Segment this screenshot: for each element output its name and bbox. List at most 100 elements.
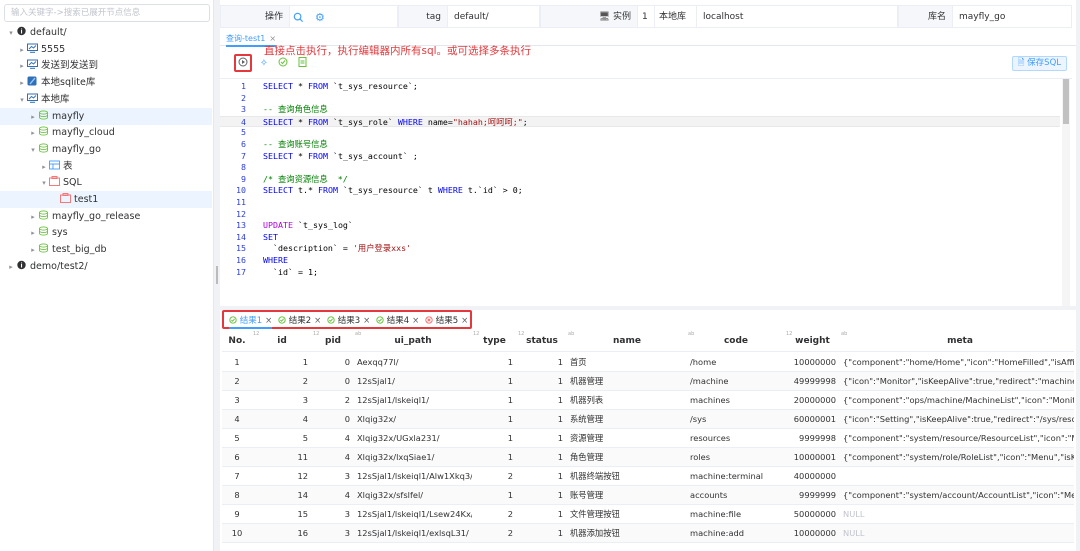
grid-cell[interactable]: 2 — [472, 505, 517, 524]
grid-cell[interactable]: {"component":"system/resource/ResourceLi… — [840, 429, 1074, 448]
grid-cell[interactable]: 1 — [472, 353, 517, 372]
run-sql-button[interactable] — [234, 54, 252, 72]
code-line[interactable]: 1 SELECT * FROM `t_sys_resource`; — [220, 81, 1060, 93]
grid-cell[interactable]: 1 — [252, 353, 312, 372]
grid-cell[interactable]: 3 — [312, 524, 354, 543]
result-tab[interactable]: 结果4 × — [376, 314, 419, 326]
grid-cell[interactable]: 15 — [252, 505, 312, 524]
tree-node[interactable]: ▸ 表 — [0, 158, 212, 175]
result-tab[interactable]: 结果1 × — [229, 314, 273, 329]
grid-cell[interactable]: 1 — [472, 391, 517, 410]
grid-cell[interactable]: 机器管理 — [567, 372, 687, 391]
code-line[interactable]: 6 -- 查询账号信息 — [220, 139, 1060, 151]
chevron-right-icon[interactable]: ▸ — [17, 75, 27, 92]
grid-cell[interactable]: 12sSjal1/lskeiql1/Alw1Xkq3/ — [354, 467, 472, 486]
grid-cell[interactable]: Xlqig32x/sfslfel/ — [354, 486, 472, 505]
grid-cell[interactable]: 系统管理 — [567, 410, 687, 429]
grid-cell[interactable]: 角色管理 — [567, 448, 687, 467]
grid-cell[interactable]: 11 — [252, 448, 312, 467]
grid-cell[interactable]: 2 — [472, 467, 517, 486]
tree-search-input[interactable]: 输入关键字->搜索已展开节点信息 — [4, 4, 210, 22]
tree-node[interactable]: ▾ 本地库 — [0, 91, 212, 108]
grid-cell[interactable]: /sys — [687, 410, 785, 429]
tree-node[interactable]: test1 — [0, 191, 212, 208]
column-header[interactable]: No. — [222, 331, 252, 352]
grid-cell[interactable]: 0 — [312, 353, 354, 372]
grid-cell[interactable]: 16 — [252, 524, 312, 543]
search-icon[interactable] — [293, 6, 304, 29]
row-number[interactable]: 10 — [222, 524, 252, 543]
grid-cell[interactable]: 0 — [312, 372, 354, 391]
grid-cell[interactable]: 12sSjal1/ — [354, 372, 472, 391]
code-line[interactable]: 16 WHERE — [220, 255, 1060, 267]
grid-cell[interactable]: machines — [687, 391, 785, 410]
grid-cell[interactable]: /home — [687, 353, 785, 372]
grid-cell[interactable]: roles — [687, 448, 785, 467]
chevron-down-icon[interactable]: ▾ — [28, 142, 38, 159]
column-header[interactable]: code ab — [687, 331, 785, 352]
grid-cell[interactable]: 12 — [252, 467, 312, 486]
sql-editor[interactable]: 1 SELECT * FROM `t_sys_resource`; 2 3 -- 查询角… — [220, 78, 1072, 307]
grid-cell[interactable]: 9999999 — [785, 486, 840, 505]
row-number[interactable]: 7 — [222, 467, 252, 486]
close-icon[interactable]: × — [363, 316, 370, 326]
chevron-down-icon[interactable]: ▾ — [17, 92, 27, 109]
grid-cell[interactable]: {"component":"home/Home","icon":"HomeFil… — [840, 353, 1074, 372]
close-icon[interactable]: × — [461, 316, 468, 326]
chevron-right-icon[interactable]: ▸ — [28, 209, 38, 226]
grid-cell[interactable]: 4 — [312, 486, 354, 505]
grid-cell[interactable]: 12sSjal1/lskeiql1/exlsqL31/ — [354, 524, 472, 543]
grid-cell[interactable]: {"component":"ops/machine/MachineList","… — [840, 391, 1074, 410]
code-line[interactable]: 8 — [220, 162, 1060, 174]
tree-node[interactable]: ▾ i default/ — [0, 24, 212, 41]
row-number[interactable]: 4 — [222, 410, 252, 429]
column-header[interactable]: pid 12 — [312, 331, 354, 352]
close-icon[interactable]: × — [412, 316, 419, 326]
grid-cell[interactable]: 4 — [252, 410, 312, 429]
column-header[interactable]: status 12 — [517, 331, 567, 352]
chevron-down-icon[interactable]: ▾ — [6, 25, 16, 42]
grid-cell[interactable]: Xlqig32x/UGxla231/ — [354, 429, 472, 448]
grid-cell[interactable]: 3 — [312, 467, 354, 486]
settings-icon[interactable]: ⚙ — [315, 6, 325, 29]
close-icon[interactable]: × — [314, 316, 321, 326]
save-sql-button[interactable]: 🗎 保存SQL — [1011, 56, 1067, 71]
column-header[interactable]: ui_path ab — [354, 331, 472, 352]
tree-node[interactable]: ▸ 5555 — [0, 41, 212, 58]
grid-cell[interactable]: NULL — [840, 505, 1074, 524]
column-header[interactable]: type 12 — [472, 331, 517, 352]
grid-cell[interactable]: machine:add — [687, 524, 785, 543]
grid-cell[interactable]: {"icon":"Setting","isKeepAlive":true,"re… — [840, 410, 1074, 429]
grid-cell[interactable]: 资源管理 — [567, 429, 687, 448]
tree-node[interactable]: ▾ mayfly_go — [0, 141, 212, 158]
grid-cell[interactable]: {"component":"system/role/RoleList","ico… — [840, 448, 1074, 467]
column-header[interactable]: meta ab — [840, 331, 1074, 352]
code-line[interactable]: 3 -- 查询角色信息 — [220, 104, 1060, 116]
row-number[interactable]: 1 — [222, 353, 252, 372]
grid-cell[interactable]: 1 — [472, 372, 517, 391]
row-number[interactable]: 8 — [222, 486, 252, 505]
grid-cell[interactable]: 1 — [517, 467, 567, 486]
grid-cell[interactable]: 50000000 — [785, 505, 840, 524]
code-line[interactable]: 13 UPDATE `t_sys_log` — [220, 220, 1060, 232]
column-header[interactable]: weight 12 — [785, 331, 840, 352]
grid-cell[interactable]: 机器终端按钮 — [567, 467, 687, 486]
row-number[interactable]: 2 — [222, 372, 252, 391]
code-line[interactable]: 9 /* 查询资源信息 */ — [220, 174, 1060, 186]
column-header[interactable]: id 12 — [252, 331, 312, 352]
grid-cell[interactable]: 1 — [517, 524, 567, 543]
grid-cell[interactable]: accounts — [687, 486, 785, 505]
grid-cell[interactable]: {"component":"system/account/AccountList… — [840, 486, 1074, 505]
open-file-button[interactable] — [294, 56, 310, 72]
chevron-right-icon[interactable]: ▸ — [17, 42, 27, 59]
code-line[interactable]: 17 `id` = 1; — [220, 267, 1060, 279]
grid-cell[interactable]: NULL — [840, 524, 1074, 543]
commit-button[interactable] — [275, 56, 291, 72]
row-number[interactable]: 9 — [222, 505, 252, 524]
grid-cell[interactable]: 1 — [517, 505, 567, 524]
row-number[interactable]: 5 — [222, 429, 252, 448]
code-line[interactable]: 4 SELECT * FROM `t_sys_role` WHERE name="… — [220, 115, 1060, 128]
grid-cell[interactable]: 10000001 — [785, 448, 840, 467]
grid-cell[interactable]: Aexqq77l/ — [354, 353, 472, 372]
close-icon[interactable]: × — [265, 316, 272, 326]
